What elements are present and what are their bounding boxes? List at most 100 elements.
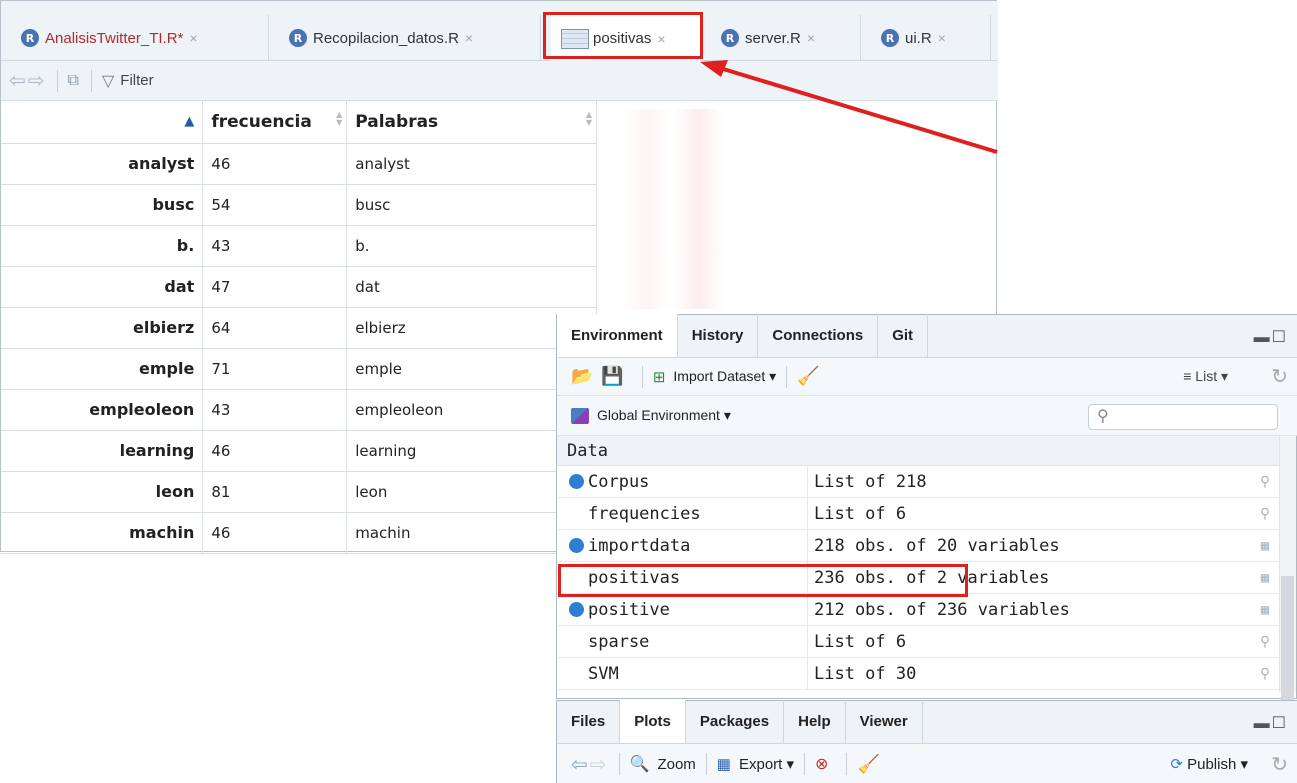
cell-frecuencia: 43 — [202, 225, 348, 267]
list-view-button[interactable]: ≡ List ▾ — [1183, 368, 1228, 385]
close-icon[interactable]: × — [807, 30, 815, 46]
expand-icon[interactable] — [569, 602, 584, 617]
cell-frecuencia: 46 — [202, 512, 348, 554]
search-icon[interactable]: ⚲ — [1250, 634, 1280, 650]
cell-palabras: dat — [346, 266, 597, 308]
cell-frecuencia: 81 — [202, 471, 348, 513]
open-folder-icon[interactable]: 📂 — [571, 366, 593, 387]
tab-plots[interactable]: Plots — [620, 700, 686, 743]
divider — [90, 69, 92, 92]
forward-arrow-icon[interactable]: ⇨ — [28, 68, 45, 93]
environment-icon — [571, 407, 589, 424]
environment-row[interactable]: sparse List of 6 ⚲ — [557, 625, 1280, 658]
tab-ui[interactable]: R ui.R × — [871, 15, 991, 61]
back-arrow-icon[interactable]: ⇦ — [571, 752, 588, 777]
popout-icon[interactable]: ⧉ — [68, 72, 79, 90]
variable-value: List of 6 — [807, 625, 1250, 658]
global-environment-dropdown[interactable]: Global Environment ▾ — [597, 407, 731, 424]
environment-row[interactable]: Corpus List of 218 ⚲ — [557, 465, 1280, 498]
back-arrow-icon[interactable]: ⇦ — [9, 68, 26, 93]
cell-palabras: analyst — [346, 143, 597, 185]
variable-value: List of 30 — [807, 657, 1250, 690]
highlight-box-positivas-row — [558, 564, 968, 597]
tab-environment[interactable]: Environment — [557, 314, 678, 357]
divider — [804, 753, 806, 775]
tab-server[interactable]: R server.R × — [711, 15, 861, 61]
forward-arrow-icon[interactable]: ⇨ — [590, 752, 607, 777]
column-header-frecuencia[interactable]: frecuencia ▲ ▼ — [202, 101, 348, 144]
tab-connections[interactable]: Connections — [758, 314, 879, 357]
tab-recopilacion-datos[interactable]: R Recopilacion_datos.R × — [279, 15, 541, 61]
broom-icon[interactable]: 🧹 — [797, 366, 819, 387]
close-icon[interactable]: × — [938, 30, 946, 46]
divider — [56, 69, 58, 92]
refresh-icon[interactable]: ↻ — [1271, 752, 1288, 777]
table-row: analyst 46 analyst — [1, 143, 597, 185]
environment-scrollbar[interactable] — [1279, 436, 1296, 706]
table-row: busc 54 busc — [1, 184, 597, 226]
import-dataset-button[interactable]: Import Dataset ▾ — [673, 368, 776, 385]
expand-icon[interactable] — [569, 474, 584, 489]
zoom-button[interactable]: Zoom — [657, 756, 695, 773]
variable-name: Corpus — [557, 472, 807, 492]
r-file-icon: R — [721, 29, 739, 47]
variable-value: List of 6 — [807, 497, 1250, 530]
environment-row[interactable]: positive 212 obs. of 236 variables ▦ — [557, 593, 1280, 626]
search-icon[interactable]: ⚲ — [1250, 474, 1280, 490]
view-table-icon[interactable]: ▦ — [1250, 538, 1280, 554]
rownames-header[interactable]: ▲ — [1, 101, 204, 144]
search-icon[interactable]: ⚲ — [1250, 666, 1280, 682]
remove-plot-icon[interactable]: ⊗ — [815, 754, 828, 774]
divider — [618, 753, 620, 775]
table-row: elbierz 64 elbierz — [1, 307, 597, 349]
row-name: elbierz — [1, 307, 204, 349]
environment-row[interactable]: SVM List of 30 ⚲ — [557, 657, 1280, 690]
view-table-icon[interactable]: ▦ — [1250, 602, 1280, 618]
tab-files[interactable]: Files — [557, 700, 621, 743]
export-button[interactable]: Export ▾ — [739, 755, 794, 773]
expand-icon[interactable] — [569, 538, 584, 553]
tab-history[interactable]: History — [678, 314, 759, 357]
variable-value: 218 obs. of 20 variables — [807, 529, 1250, 562]
tab-viewer[interactable]: Viewer — [846, 700, 923, 743]
faded-background — [621, 109, 751, 309]
view-table-icon[interactable]: ▦ — [1250, 570, 1280, 586]
window-controls[interactable]: ▬☐ — [1254, 327, 1288, 347]
close-icon[interactable]: × — [189, 30, 197, 46]
row-name: leon — [1, 471, 204, 513]
scrollbar-thumb[interactable] — [1281, 576, 1294, 706]
filter-button[interactable]: Filter — [120, 72, 153, 89]
filter-icon[interactable]: ▽ — [102, 71, 114, 91]
environment-tab-bar: Environment History Connections Git ▬☐ — [557, 314, 1297, 358]
row-name: b. — [1, 225, 204, 267]
refresh-icon[interactable]: ↻ — [1271, 364, 1288, 389]
row-name: analyst — [1, 143, 204, 185]
close-icon[interactable]: × — [465, 30, 473, 46]
environment-row[interactable]: frequencies List of 6 ⚲ — [557, 497, 1280, 530]
publish-button[interactable]: ⟳ Publish ▾ — [1170, 755, 1248, 773]
environment-row[interactable]: importdata 218 obs. of 20 variables ▦ — [557, 529, 1280, 562]
environment-search-input[interactable]: ⚲ — [1088, 404, 1278, 430]
table-row: machin 46 machin — [1, 512, 597, 554]
variable-name: sparse — [588, 631, 650, 652]
column-header-palabras[interactable]: Palabras ▲ ▼ — [346, 101, 597, 144]
row-name: learning — [1, 430, 204, 472]
divider — [846, 753, 848, 775]
highlight-box-tab — [543, 12, 703, 59]
search-icon[interactable]: ⚲ — [1250, 506, 1280, 522]
data-section-header: Data — [557, 436, 1280, 466]
tab-analisis-twitter[interactable]: R AnalisisTwitter_TI.R* × — [11, 15, 269, 61]
tab-help[interactable]: Help — [784, 700, 846, 743]
save-icon[interactable]: 💾 — [601, 366, 623, 387]
tab-packages[interactable]: Packages — [686, 700, 785, 743]
zoom-icon: 🔍 — [629, 756, 650, 773]
cell-frecuencia: 54 — [202, 184, 348, 226]
search-icon: ⚲ — [1097, 408, 1109, 425]
cell-frecuencia: 46 — [202, 430, 348, 472]
table-row: emple 71 emple — [1, 348, 597, 390]
cell-palabras: busc — [346, 184, 597, 226]
tab-git[interactable]: Git — [878, 314, 929, 357]
plots-toolbar: ⇦ ⇨ 🔍 Zoom ▦ Export ▾ ⊗ 🧹 ⟳ Publish ▾ ↻ — [557, 744, 1297, 783]
broom-icon[interactable]: 🧹 — [857, 754, 879, 775]
window-controls[interactable]: ▬☐ — [1254, 713, 1288, 733]
